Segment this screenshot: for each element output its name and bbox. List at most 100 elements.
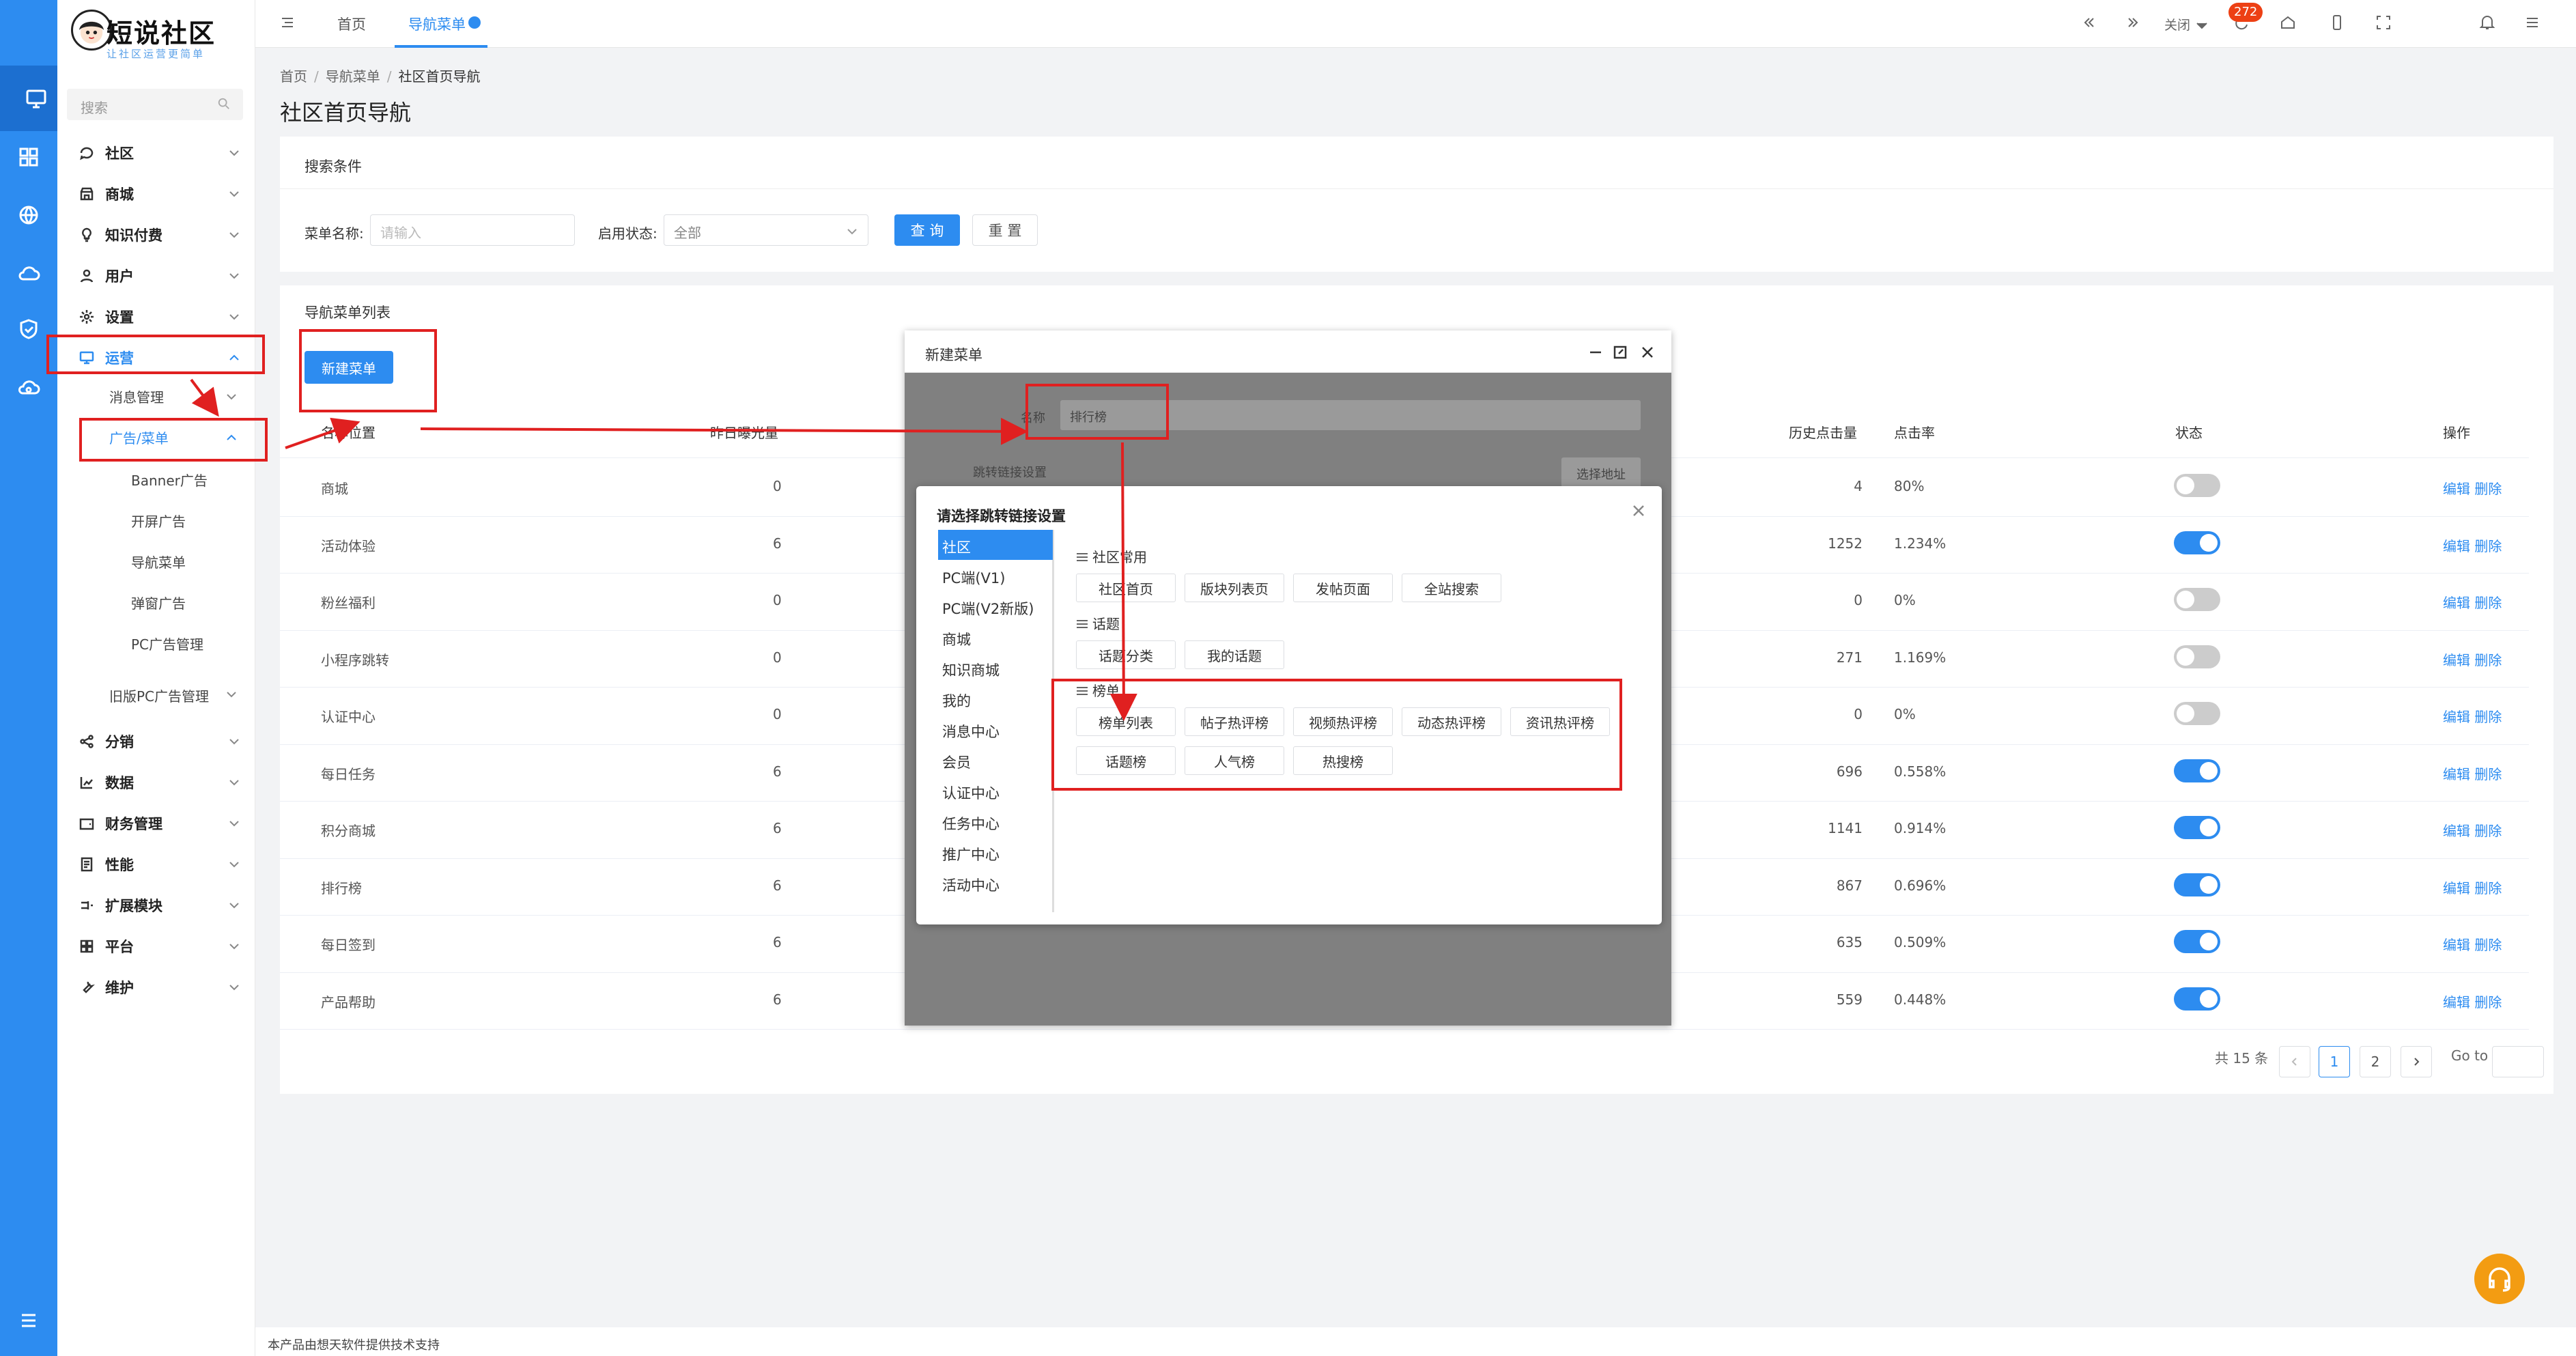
cloud-icon[interactable] (15, 259, 42, 287)
status-toggle[interactable] (2174, 930, 2220, 953)
pager-goto-input[interactable] (2492, 1046, 2544, 1077)
sidebar-item-7[interactable]: 数据 (57, 763, 255, 802)
edit-link[interactable]: 编辑 (2443, 538, 2470, 554)
caret-down-icon[interactable] (2193, 16, 2213, 37)
link-option[interactable]: 我的话题 (1185, 640, 1284, 669)
edit-link[interactable]: 编辑 (2443, 595, 2470, 611)
sidebar-item-11[interactable]: 平台 (57, 927, 255, 965)
sidebar-item-pc-ads[interactable]: PC广告管理 (131, 634, 203, 653)
status-toggle[interactable] (2174, 645, 2220, 668)
edit-link[interactable]: 编辑 (2443, 994, 2470, 1011)
edit-link[interactable]: 编辑 (2443, 823, 2470, 839)
edit-link[interactable]: 编辑 (2443, 880, 2470, 896)
category-item[interactable]: 推广中心 (938, 837, 1053, 867)
category-item[interactable]: 认证中心 (938, 776, 1053, 806)
status-toggle[interactable] (2174, 474, 2220, 497)
cloud-settings-icon[interactable] (15, 374, 42, 401)
pager-next[interactable] (2401, 1046, 2432, 1077)
delete-link[interactable]: 删除 (2474, 652, 2502, 668)
category-item[interactable]: PC端(V1) (938, 561, 1053, 591)
category-item[interactable]: 任务中心 (938, 806, 1053, 836)
collapse-icon[interactable] (15, 1307, 42, 1334)
edit-link[interactable]: 编辑 (2443, 709, 2470, 725)
monitor-icon[interactable] (0, 66, 57, 131)
delete-link[interactable]: 删除 (2474, 766, 2502, 782)
status-toggle[interactable] (2174, 702, 2220, 725)
headset-icon[interactable] (2474, 1254, 2525, 1304)
sidebar-item-0[interactable]: 社区 (57, 134, 255, 172)
status-toggle[interactable] (2174, 816, 2220, 839)
close-icon[interactable] (1630, 503, 1648, 520)
edit-link[interactable]: 编辑 (2443, 652, 2470, 668)
link-option[interactable]: 版块列表页 (1185, 574, 1284, 602)
category-item[interactable]: PC端(V2新版) (938, 591, 1053, 621)
bell-icon[interactable] (2478, 14, 2499, 34)
shield-icon[interactable] (15, 315, 42, 343)
status-toggle[interactable] (2174, 987, 2220, 1011)
delete-link[interactable]: 删除 (2474, 595, 2502, 611)
delete-link[interactable]: 删除 (2474, 937, 2502, 953)
breadcrumb-navmenu[interactable]: 导航菜单 (326, 68, 380, 85)
sidebar-item-6[interactable]: 分销 (57, 722, 255, 761)
sidebar-search-input[interactable]: 搜索 (67, 89, 243, 120)
category-item[interactable]: 商城 (938, 622, 1053, 652)
pick-address-button[interactable]: 选择地址 (1561, 457, 1641, 488)
apps-icon[interactable] (15, 143, 42, 171)
link-option[interactable]: 发帖页面 (1293, 574, 1393, 602)
category-item[interactable]: 知识商城 (938, 653, 1053, 683)
link-option[interactable]: 话题分类 (1076, 640, 1176, 669)
edit-link[interactable]: 编辑 (2443, 937, 2470, 953)
delete-link[interactable]: 删除 (2474, 823, 2502, 839)
sidebar-item-9[interactable]: 性能 (57, 845, 255, 884)
delete-link[interactable]: 删除 (2474, 880, 2502, 896)
sidebar-item-old-pc[interactable]: 旧版PC广告管理 (109, 686, 209, 705)
fullscreen-icon[interactable] (2375, 14, 2395, 34)
reset-button[interactable]: 重 置 (972, 214, 1038, 246)
sidebar-item-splash[interactable]: 开屏广告 (131, 511, 186, 531)
sidebar-item-msg[interactable]: 消息管理 (109, 386, 164, 406)
sidebar-item-12[interactable]: 维护 (57, 968, 255, 1006)
status-toggle[interactable] (2174, 588, 2220, 611)
category-item[interactable]: 我的 (938, 683, 1053, 714)
link-option[interactable]: 全站搜索 (1402, 574, 1501, 602)
pager-prev[interactable] (2279, 1046, 2310, 1077)
sidebar-item-4[interactable]: 设置 (57, 298, 255, 336)
next-icon[interactable] (2125, 14, 2145, 34)
category-item[interactable]: 消息中心 (938, 714, 1053, 744)
sidebar-item-1[interactable]: 商城 (57, 175, 255, 213)
sidebar-item-2[interactable]: 知识付费 (57, 216, 255, 254)
status-toggle[interactable] (2174, 873, 2220, 896)
sidebar-item-8[interactable]: 财务管理 (57, 804, 255, 843)
sidebar-item-navmenu[interactable]: 导航菜单 (131, 552, 186, 571)
delete-link[interactable]: 删除 (2474, 994, 2502, 1011)
more-menu-icon[interactable] (2523, 14, 2544, 34)
query-button[interactable]: 查 询 (894, 214, 960, 246)
tab-home[interactable]: 首页 (337, 14, 366, 34)
category-item[interactable]: 活动中心 (938, 868, 1053, 898)
close-dropdown[interactable]: 关闭 (2164, 15, 2190, 33)
link-option[interactable]: 社区首页 (1076, 574, 1176, 602)
delete-link[interactable]: 删除 (2474, 481, 2502, 497)
minimize-icon[interactable] (1587, 344, 1605, 362)
status-select[interactable]: 全部 (664, 214, 868, 246)
tab-close-icon[interactable] (468, 16, 481, 29)
sidebar-item-banner[interactable]: Banner广告 (131, 470, 208, 490)
menu-name-input[interactable]: 请输入 (370, 214, 575, 246)
pager-page-1[interactable]: 1 (2319, 1046, 2350, 1077)
globe-icon[interactable] (15, 201, 42, 229)
status-toggle[interactable] (2174, 759, 2220, 782)
category-item[interactable]: 会员 (938, 745, 1053, 775)
sidebar-item-10[interactable]: 扩展模块 (57, 886, 255, 924)
tab-navmenu[interactable]: 导航菜单 (408, 14, 466, 34)
edit-link[interactable]: 编辑 (2443, 766, 2470, 782)
prev-icon[interactable] (2080, 14, 2100, 34)
sidebar-item-3[interactable]: 用户 (57, 257, 255, 295)
delete-link[interactable]: 删除 (2474, 709, 2502, 725)
sidebar-item-popup[interactable]: 弹窗广告 (131, 593, 186, 612)
menu-toggle-icon[interactable] (279, 14, 299, 34)
category-item[interactable]: 社区 (938, 530, 1053, 560)
pager-page-2[interactable]: 2 (2360, 1046, 2391, 1077)
breadcrumb-home[interactable]: 首页 (280, 68, 307, 85)
home-icon[interactable] (2279, 14, 2299, 34)
mobile-icon[interactable] (2328, 14, 2349, 34)
